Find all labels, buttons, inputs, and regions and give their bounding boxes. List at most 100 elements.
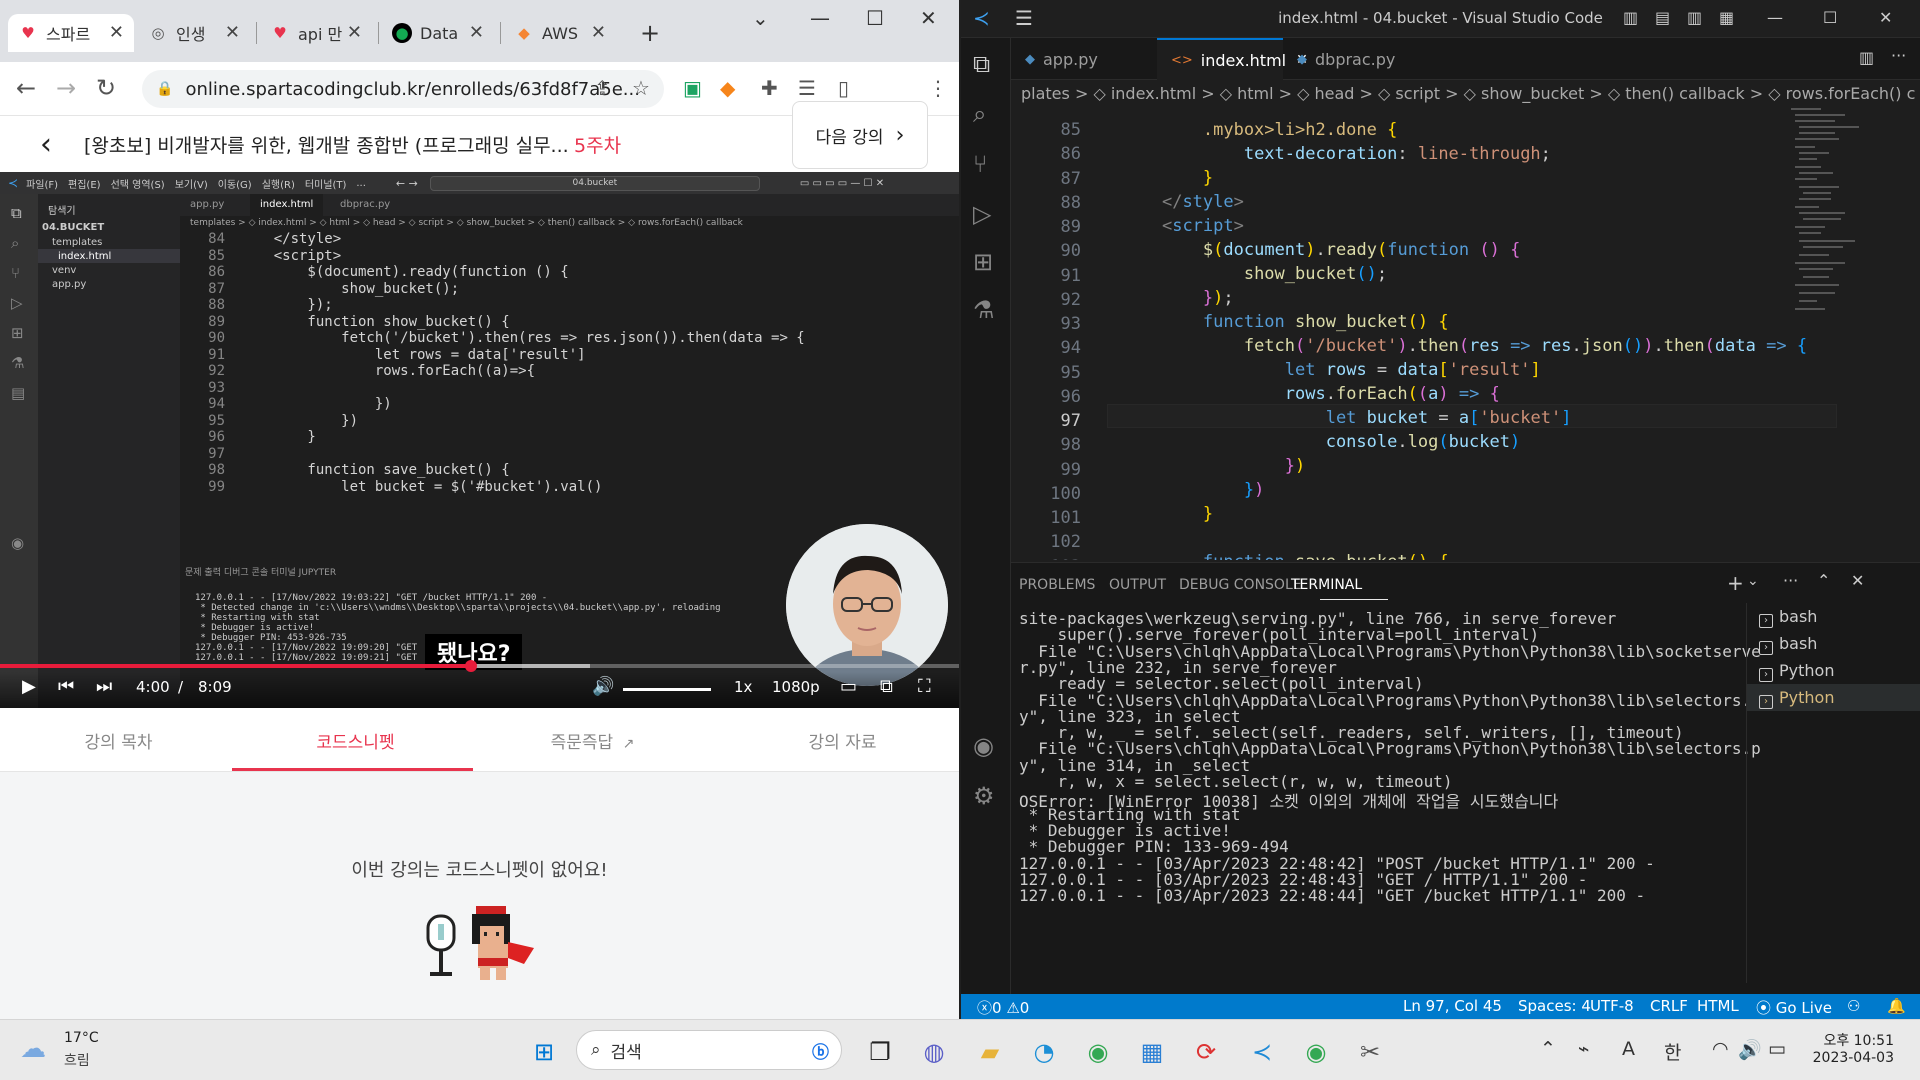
- share-icon[interactable]: ⇪: [594, 76, 611, 100]
- volume-slider[interactable]: [623, 688, 711, 691]
- back-chevron-icon[interactable]: ‹: [40, 127, 52, 162]
- testing-flask-icon[interactable]: ⚗: [973, 296, 995, 324]
- reading-list-icon[interactable]: ☰: [798, 76, 816, 100]
- maximize-icon[interactable]: ☐: [866, 6, 884, 30]
- lecture-video-player[interactable]: ≺ 파일(F) 편집(E) 선택 영역(S) 보기(V) 이동(G) 실행(R)…: [0, 172, 959, 708]
- problems-status[interactable]: ⓧ0 ⚠0: [977, 997, 1029, 1018]
- source-control-icon[interactable]: ⑂: [973, 150, 987, 178]
- browser-tab-data[interactable]: ● Data ✕: [382, 14, 494, 52]
- more-actions-icon[interactable]: ···: [1891, 46, 1906, 65]
- ime-language[interactable]: 한: [1664, 1038, 1681, 1065]
- terminal-item-selected[interactable]: › Python: [1747, 684, 1920, 711]
- tab-index-html[interactable]: <> index.html ✕: [1157, 38, 1308, 80]
- video-scrubber-handle[interactable]: [464, 660, 477, 672]
- explorer-icon[interactable]: ⧉: [973, 50, 990, 78]
- address-bar[interactable]: 🔒 online.spartacodingclub.kr/enrolleds/6…: [142, 70, 664, 108]
- skip-forward-icon[interactable]: ⏭: [96, 676, 112, 697]
- language-mode[interactable]: HTML: [1697, 997, 1739, 1015]
- toggle-secondary-sidebar-icon[interactable]: ▥: [1687, 8, 1702, 27]
- ime-alpha[interactable]: A: [1622, 1038, 1635, 1060]
- extensions-puzzle-icon[interactable]: ✚: [761, 76, 778, 100]
- accounts-status-icon[interactable]: ⚇: [1847, 997, 1860, 1015]
- fullscreen-icon[interactable]: ⛶: [918, 676, 931, 697]
- clock-time[interactable]: 오후 10:51: [1812, 1030, 1894, 1050]
- code-editor[interactable]: 85 86 87 88 89 90 91 92 93 94 95 96 97 98 99 100 101 102 1…: [1011, 106, 1920, 560]
- panel-tab-output[interactable]: OUTPUT: [1109, 577, 1166, 593]
- tab-dbprac-py[interactable]: ◆ dbprac.py: [1283, 38, 1409, 80]
- quality-selector[interactable]: 1080p: [772, 678, 820, 696]
- terminal-item[interactable]: › bash: [1747, 603, 1920, 630]
- playback-speed[interactable]: 1x: [734, 678, 752, 696]
- close-tab-icon[interactable]: ✕: [469, 22, 484, 43]
- metamask-fox-icon[interactable]: ◆: [720, 76, 735, 100]
- wifi-icon[interactable]: ◠: [1712, 1038, 1729, 1060]
- settings-gear-icon[interactable]: ⚙: [973, 782, 995, 810]
- skip-back-icon[interactable]: ⏮: [58, 676, 74, 697]
- tab-search-icon[interactable]: ⌄: [752, 6, 769, 30]
- tab-lecture-toc[interactable]: 강의 목차: [0, 728, 237, 753]
- forward-arrow-icon[interactable]: →: [56, 74, 76, 102]
- subtitles-icon[interactable]: ▭: [840, 676, 857, 697]
- panel-tab-terminal[interactable]: TERMINAL: [1291, 577, 1362, 593]
- more-actions-icon[interactable]: ···: [1783, 571, 1798, 590]
- new-tab-button[interactable]: +: [632, 14, 672, 52]
- split-editor-icon[interactable]: ▥: [1859, 48, 1874, 67]
- close-tab-icon[interactable]: ✕: [109, 22, 124, 43]
- browser-tab-sparta[interactable]: ♥ 스파르 ✕: [8, 14, 134, 52]
- panel-tab-debug-console[interactable]: DEBUG CONSOLE: [1179, 577, 1302, 593]
- toggle-sidebar-icon[interactable]: ▥: [1623, 8, 1638, 27]
- network-offline-icon[interactable]: ⌁: [1578, 1038, 1589, 1060]
- task-view-icon[interactable]: ❐: [862, 1034, 898, 1070]
- battery-icon[interactable]: ▭: [1768, 1038, 1786, 1060]
- back-arrow-icon[interactable]: ←: [16, 74, 36, 102]
- extension-green-icon[interactable]: ▣: [683, 76, 702, 100]
- maximize-panel-icon[interactable]: ⌃: [1817, 571, 1830, 590]
- search-icon[interactable]: ⌕: [973, 100, 986, 128]
- windows-start-icon[interactable]: ⊞: [526, 1034, 562, 1070]
- run-debug-icon[interactable]: ▷: [973, 200, 991, 228]
- minimap[interactable]: [1787, 106, 1885, 406]
- minimize-icon[interactable]: —: [810, 6, 830, 30]
- toggle-panel-icon[interactable]: ▤: [1655, 8, 1670, 27]
- close-tab-icon[interactable]: ✕: [591, 22, 606, 43]
- tab-instant-qa[interactable]: 즉문즉답 ↗: [474, 728, 711, 753]
- chat-icon[interactable]: ◍: [916, 1034, 952, 1070]
- chevron-down-icon[interactable]: ⌄: [1747, 573, 1759, 589]
- close-window-icon[interactable]: ✕: [1879, 8, 1892, 27]
- play-icon[interactable]: ▶: [22, 676, 36, 697]
- encoding[interactable]: UTF-8: [1590, 997, 1634, 1015]
- breadcrumb[interactable]: plates > ◇ index.html > ◇ html > ◇ head …: [1021, 84, 1916, 103]
- kebab-menu-icon[interactable]: ⋮: [928, 76, 948, 100]
- close-window-icon[interactable]: ✕: [920, 6, 937, 30]
- edge-icon[interactable]: ◔: [1026, 1034, 1062, 1070]
- tab-app-py[interactable]: ◆ app.py: [1011, 38, 1157, 80]
- accounts-icon[interactable]: ◉: [973, 732, 994, 760]
- browser-tab-life[interactable]: ◎ 인생 ✕: [138, 14, 250, 52]
- store-icon[interactable]: ▦: [1134, 1034, 1170, 1070]
- extensions-icon[interactable]: ⊞: [973, 248, 993, 276]
- clock-date[interactable]: 2023-04-03: [1812, 1050, 1894, 1066]
- taskbar-search[interactable]: ⌕ 검색 ⓑ: [576, 1030, 842, 1070]
- tab-code-snippet[interactable]: 코드스니펫: [237, 728, 474, 753]
- browser-tab-api[interactable]: ♥ api 만 ✕: [260, 14, 372, 52]
- minimize-icon[interactable]: —: [1767, 8, 1783, 27]
- indentation[interactable]: Spaces: 4: [1518, 997, 1591, 1015]
- volume-icon[interactable]: 🔊: [1738, 1038, 1762, 1061]
- notifications-bell-icon[interactable]: 🔔: [1887, 997, 1906, 1015]
- pip-icon[interactable]: ⧉: [880, 676, 893, 697]
- close-tab-icon[interactable]: ✕: [347, 22, 362, 43]
- close-tab-icon[interactable]: ✕: [225, 22, 240, 43]
- next-lecture-button[interactable]: 다음 강의 ›: [792, 101, 928, 169]
- vscode-taskbar-icon[interactable]: ≺: [1244, 1034, 1280, 1070]
- customize-layout-icon[interactable]: ▦: [1719, 8, 1734, 27]
- chrome-profile-icon[interactable]: ◉: [1298, 1034, 1334, 1070]
- line-ending[interactable]: CRLF: [1650, 997, 1688, 1015]
- close-panel-icon[interactable]: ✕: [1851, 571, 1864, 590]
- snipping-tool-icon[interactable]: ✂: [1352, 1034, 1388, 1070]
- side-panel-icon[interactable]: ▯: [838, 76, 849, 100]
- chrome-icon[interactable]: ◉: [1080, 1034, 1116, 1070]
- cursor-position[interactable]: Ln 97, Col 45: [1403, 997, 1502, 1015]
- maximize-icon[interactable]: ☐: [1823, 8, 1837, 27]
- tray-overflow-chevron-icon[interactable]: ⌃: [1540, 1038, 1556, 1060]
- volume-icon[interactable]: 🔊: [592, 676, 614, 697]
